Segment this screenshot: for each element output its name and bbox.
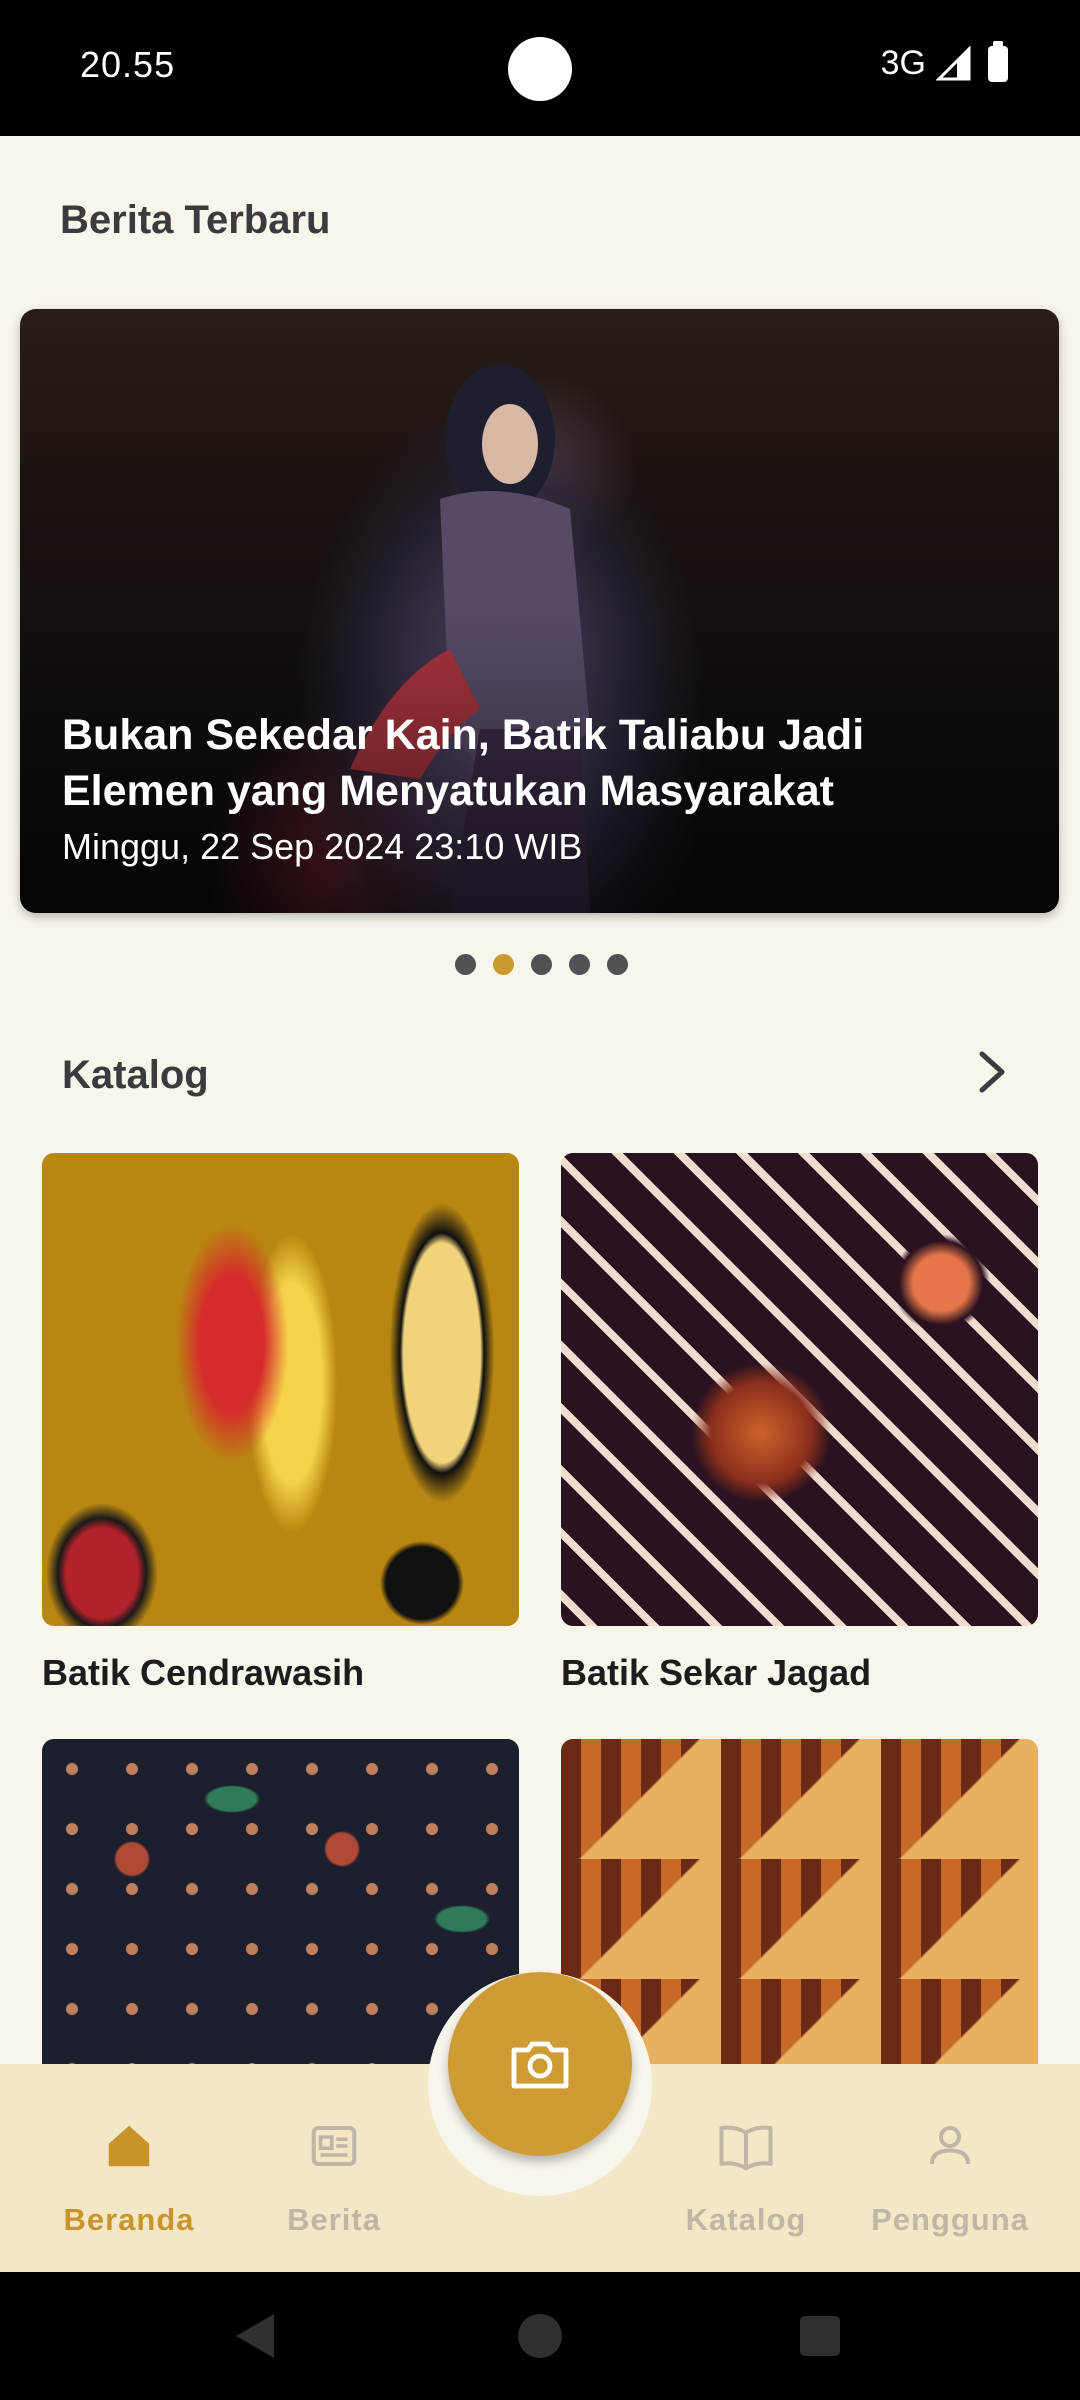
status-bar: 20.55 3G (0, 0, 1080, 136)
battery-icon (988, 40, 1008, 82)
nav-item-beranda[interactable]: Beranda (26, 2064, 232, 2272)
carousel-dot[interactable] (607, 954, 628, 975)
home-circle-icon[interactable] (518, 2314, 562, 2358)
carousel-dot-active[interactable] (493, 954, 514, 975)
nav-label: Beranda (63, 2202, 195, 2237)
news-headline[interactable]: Bukan Sekedar Kain, Batik Taliabu Jadi E… (62, 707, 962, 819)
catalog-card-label: Batik Sekar Jagad (561, 1652, 872, 1693)
nav-item-berita[interactable]: Berita (231, 2064, 437, 2272)
chevron-right-icon (979, 1051, 1005, 1093)
back-icon[interactable] (236, 2314, 274, 2358)
home-screen: Berita Terbaru Bukan Sekedar Kain, Batik… (0, 136, 1080, 2272)
status-time: 20.55 (80, 44, 176, 85)
carousel-dot[interactable] (531, 954, 552, 975)
news-section-title: Berita Terbaru (60, 198, 331, 242)
nav-item-pengguna[interactable]: Pengguna (847, 2064, 1053, 2272)
recent-apps-icon[interactable] (800, 2316, 840, 2356)
camera-icon (511, 2041, 569, 2089)
nav-label: Berita (287, 2202, 381, 2237)
nav-label: Katalog (685, 2202, 807, 2237)
nav-label: Pengguna (871, 2202, 1029, 2237)
catalog-image (561, 1153, 1038, 1626)
signal-icon (936, 45, 971, 80)
camera-cutout (508, 37, 572, 101)
catalog-card-cendrawasih[interactable]: Batik Cendrawasih (42, 1153, 519, 1694)
system-navigation-bar (0, 2272, 1080, 2400)
camera-scan-button[interactable] (448, 1972, 632, 2156)
network-type: 3G (880, 44, 926, 82)
nav-item-katalog[interactable]: Katalog (643, 2064, 849, 2272)
catalog-card-label: Batik Cendrawasih (42, 1652, 365, 1693)
catalog-image (42, 1153, 519, 1626)
carousel-dot[interactable] (569, 954, 590, 975)
catalog-card-sekar-jagad[interactable]: Batik Sekar Jagad (561, 1153, 1038, 1694)
catalog-section-title: Katalog (62, 1053, 209, 1097)
news-carousel-slide[interactable]: Bukan Sekedar Kain, Batik Taliabu Jadi E… (20, 309, 1059, 913)
status-indicators: 3G (880, 40, 1008, 83)
user-icon (920, 2116, 980, 2176)
news-date: Minggu, 22 Sep 2024 23:10 WIB (62, 826, 583, 867)
catalog-see-all-button[interactable] (962, 1042, 1022, 1102)
carousel-dot[interactable] (455, 954, 476, 975)
carousel-indicator (455, 954, 628, 975)
home-icon (99, 2116, 159, 2176)
newspaper-icon (304, 2116, 364, 2176)
book-icon (716, 2116, 776, 2176)
